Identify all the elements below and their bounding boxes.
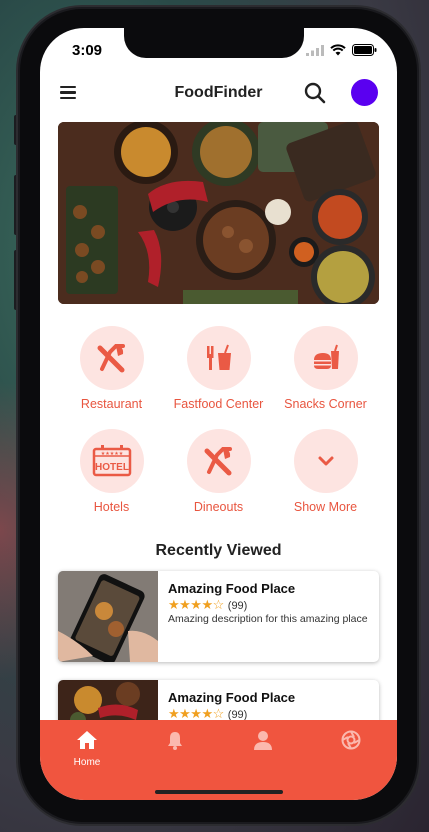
status-icons bbox=[306, 44, 377, 56]
place-name: Amazing Food Place bbox=[168, 690, 296, 705]
signal-icon bbox=[306, 44, 324, 56]
tab-notifications[interactable] bbox=[145, 730, 205, 755]
tab-label: Home bbox=[73, 757, 101, 768]
phone-notch bbox=[124, 28, 304, 58]
category-label: Dineouts bbox=[193, 500, 244, 514]
recently-viewed-title: Recently Viewed bbox=[155, 542, 282, 559]
avatar[interactable] bbox=[351, 79, 378, 106]
category-label: Show More bbox=[293, 500, 358, 514]
fork-knife-icon bbox=[204, 447, 232, 476]
tab-profile[interactable] bbox=[233, 730, 293, 755]
user-icon bbox=[254, 731, 272, 750]
app-title: FoodFinder bbox=[174, 84, 263, 101]
place-description: Amazing description for this amazing pla… bbox=[168, 613, 368, 625]
category-label: Hotels bbox=[93, 500, 130, 514]
app-screen: 3:09 FoodFinder Restaurant Fastfood Cent… bbox=[40, 28, 397, 800]
svg-text:★★★★★: ★★★★★ bbox=[100, 451, 123, 457]
bottom-tab-bar: Home bbox=[40, 720, 397, 800]
category-label: Snacks Corner bbox=[284, 397, 367, 411]
place-thumbnail bbox=[58, 571, 158, 662]
app-header: FoodFinder bbox=[40, 72, 397, 112]
category-label: Fastfood Center bbox=[173, 397, 264, 411]
category-hotels[interactable]: ★★★★★ HOTEL Hotels bbox=[58, 429, 165, 514]
tab-home[interactable]: Home bbox=[57, 730, 117, 768]
bell-icon bbox=[168, 732, 182, 750]
review-count: (99) bbox=[227, 600, 248, 612]
aperture-icon bbox=[341, 730, 361, 750]
svg-text:HOTEL: HOTEL bbox=[95, 462, 129, 473]
category-dineouts[interactable]: Dineouts bbox=[165, 429, 272, 514]
tab-explore[interactable] bbox=[321, 730, 381, 755]
food-spread-image bbox=[58, 122, 379, 304]
category-show-more[interactable]: Show More bbox=[272, 429, 379, 514]
search-icon[interactable] bbox=[304, 82, 326, 104]
rating-stars: ★★★★☆ (99) bbox=[168, 597, 248, 612]
category-fastfood-center[interactable]: Fastfood Center bbox=[165, 326, 272, 411]
battery-icon bbox=[352, 44, 377, 56]
snacks-icon bbox=[313, 344, 339, 369]
category-label: Restaurant bbox=[80, 397, 143, 411]
status-time: 3:09 bbox=[72, 42, 103, 59]
category-restaurant[interactable]: Restaurant bbox=[58, 326, 165, 411]
recent-card[interactable]: Amazing Food Place ★★★★☆ (99) Amazing des… bbox=[58, 571, 379, 662]
chevron-down-icon bbox=[318, 456, 333, 466]
fork-knife-icon bbox=[97, 344, 125, 373]
fastfood-icon bbox=[206, 344, 231, 370]
home-icon bbox=[77, 731, 97, 749]
category-snacks-corner[interactable]: Snacks Corner bbox=[272, 326, 379, 411]
home-indicator[interactable] bbox=[155, 790, 283, 794]
place-name: Amazing Food Place bbox=[168, 581, 296, 596]
wifi-icon bbox=[330, 44, 346, 56]
hotel-icon: ★★★★★ HOTEL bbox=[92, 445, 131, 477]
hero-image bbox=[58, 122, 379, 304]
